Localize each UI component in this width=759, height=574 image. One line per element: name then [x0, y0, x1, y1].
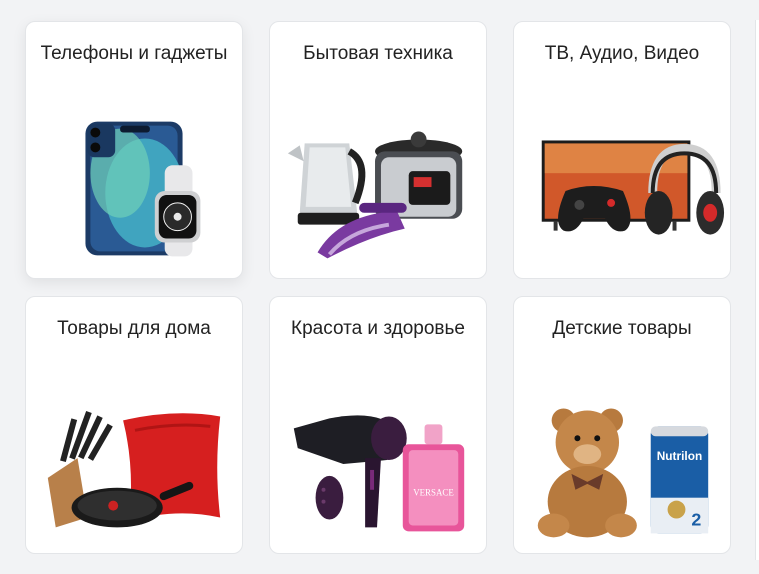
- category-title: Товары для дома: [57, 318, 211, 339]
- category-image-appliances: [270, 103, 486, 278]
- next-card-edge: [755, 20, 759, 560]
- category-card-beauty[interactable]: Красота и здоровье VERSACE: [269, 296, 487, 554]
- category-card-kids[interactable]: Детские товары Nutrilon 2: [513, 296, 731, 554]
- category-card-appliances[interactable]: Бытовая техника: [269, 21, 487, 279]
- perfume-brand-label: VERSACE: [413, 488, 454, 498]
- category-image-kids: Nutrilon 2: [514, 378, 730, 553]
- category-title: Бытовая техника: [303, 43, 453, 64]
- category-title: Детские товары: [552, 318, 692, 339]
- category-card-tv[interactable]: ТВ, Аудио, Видео: [513, 21, 731, 279]
- formula-brand-label: Nutrilon: [657, 449, 703, 463]
- category-title: Телефоны и гаджеты: [40, 43, 228, 64]
- category-card-phones[interactable]: Телефоны и гаджеты: [25, 21, 243, 279]
- category-image-tv: [514, 103, 730, 278]
- category-image-home: [26, 378, 242, 553]
- category-title: Красота и здоровье: [291, 318, 465, 339]
- category-image-phones: [26, 103, 242, 278]
- formula-stage-label: 2: [691, 509, 701, 529]
- category-card-home[interactable]: Товары для дома: [25, 296, 243, 554]
- category-image-beauty: VERSACE: [270, 378, 486, 553]
- category-title: ТВ, Аудио, Видео: [544, 43, 700, 64]
